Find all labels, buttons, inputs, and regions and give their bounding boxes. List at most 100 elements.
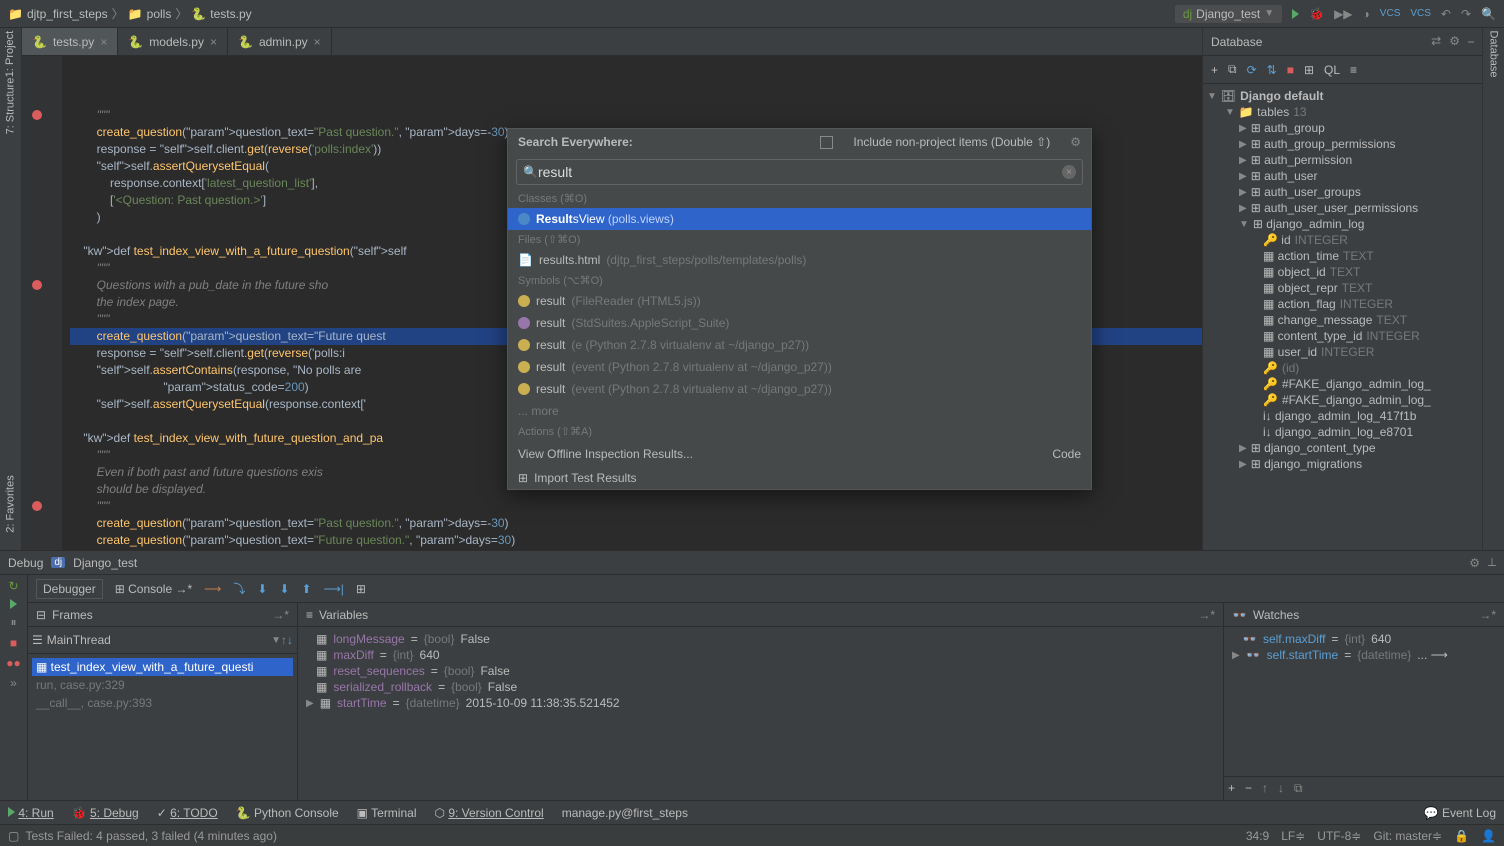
run-config-selector[interactable]: dj Django_test ▼ bbox=[1175, 5, 1282, 23]
line-separator[interactable]: LF≑ bbox=[1281, 829, 1305, 843]
step-over-icon[interactable]: ⤵ bbox=[233, 580, 245, 597]
search-result[interactable]: result (StdSuites.AppleScript_Suite) bbox=[508, 312, 1091, 334]
breakpoint-icon[interactable] bbox=[32, 110, 42, 120]
file-tab[interactable]: 🐍 tests.py × bbox=[22, 28, 118, 55]
search-result[interactable]: result (FileReader (HTML5.js)) bbox=[508, 290, 1091, 312]
frame-item[interactable]: run, case.py:329 bbox=[32, 676, 293, 694]
breadcrumb-item[interactable]: 📁 polls bbox=[128, 7, 172, 21]
debug-icon[interactable]: 🐞 bbox=[1309, 7, 1324, 21]
next-frame-icon[interactable]: ↓ bbox=[287, 633, 293, 647]
gear-icon[interactable]: ⚙ bbox=[1070, 135, 1081, 149]
add-icon[interactable]: + bbox=[1211, 63, 1218, 77]
run-with-coverage-icon[interactable]: ▶▶ bbox=[1334, 7, 1352, 21]
gear-icon[interactable]: ⚙ bbox=[1449, 34, 1460, 49]
hector-icon[interactable]: 👤 bbox=[1481, 829, 1496, 843]
tool-windows-icon[interactable]: ▢ bbox=[8, 829, 19, 843]
console-icon[interactable]: QL bbox=[1324, 63, 1340, 77]
encoding[interactable]: UTF-8≑ bbox=[1317, 829, 1361, 843]
restore-icon[interactable]: →* bbox=[1479, 608, 1496, 622]
search-more[interactable]: ... more bbox=[508, 400, 1091, 422]
show-execution-icon[interactable]: ⟶ bbox=[204, 582, 221, 596]
run-icon[interactable] bbox=[1292, 9, 1299, 19]
search-action[interactable]: View Offline Inspection Results... Code bbox=[508, 441, 1091, 467]
search-result[interactable]: ResultsView (polls.views) bbox=[508, 208, 1091, 230]
pause-icon[interactable]: ⏸ bbox=[10, 615, 16, 630]
resume-icon[interactable] bbox=[10, 599, 17, 609]
rerun-icon[interactable]: ↻ bbox=[8, 579, 18, 593]
stop-icon[interactable]: ■ bbox=[10, 636, 17, 650]
refresh-icon[interactable]: ⟳ bbox=[1247, 63, 1257, 77]
watch-item[interactable]: ▶ 👓 self.startTime = {datetime} ... ⟶ bbox=[1228, 647, 1500, 663]
filter-icon[interactable]: ⇄ bbox=[1431, 34, 1441, 49]
breadcrumb-item[interactable]: 📁 djtp_first_steps bbox=[8, 7, 108, 21]
search-action[interactable]: ⊞ Import Test Results bbox=[508, 467, 1091, 489]
restore-icon[interactable]: →* bbox=[272, 608, 289, 622]
run-toolwindow-tab[interactable]: 4: Run bbox=[8, 806, 54, 820]
vcs-update-icon[interactable]: VCS bbox=[1380, 8, 1401, 19]
debug-toolwindow-tab[interactable]: 🐞 5: Debug bbox=[72, 806, 139, 820]
thread-selector[interactable]: MainThread bbox=[43, 631, 271, 649]
include-nonproject-checkbox[interactable] bbox=[820, 136, 833, 149]
watch-item[interactable]: 👓 self.maxDiff = {int} 640 bbox=[1228, 631, 1500, 647]
manage-py-tab[interactable]: manage.py@first_steps bbox=[562, 806, 688, 820]
todo-toolwindow-tab[interactable]: ✓ 6: TODO bbox=[157, 806, 218, 820]
remove-watch-icon[interactable]: − bbox=[1245, 781, 1252, 796]
gear-icon[interactable]: ⚙ bbox=[1469, 556, 1480, 570]
project-tool-tab[interactable]: 1: Project bbox=[5, 31, 17, 77]
redo-icon[interactable]: ↷ bbox=[1461, 7, 1471, 21]
copy-icon[interactable]: ⧉ bbox=[1294, 781, 1303, 796]
console-tab[interactable]: ⊞ Console →* bbox=[115, 582, 192, 596]
step-out-icon[interactable]: ⬆ bbox=[302, 582, 312, 596]
run-to-cursor-icon[interactable]: ⟶| bbox=[324, 582, 344, 596]
vcs-commit-icon[interactable]: VCS bbox=[1410, 8, 1431, 19]
close-icon[interactable]: × bbox=[100, 35, 107, 49]
table-icon[interactable]: ⊞ bbox=[1304, 63, 1314, 77]
undo-icon[interactable]: ↶ bbox=[1441, 7, 1451, 21]
favorites-tool-tab[interactable]: 2: Favorites bbox=[5, 475, 17, 532]
hide-icon[interactable]: ⟂ bbox=[1488, 555, 1496, 570]
python-console-tab[interactable]: 🐍 Python Console bbox=[236, 806, 339, 820]
variable-item[interactable]: ▦ maxDiff = {int} 640 bbox=[302, 647, 1219, 663]
debugger-tab[interactable]: Debugger bbox=[36, 579, 103, 599]
up-icon[interactable]: ↑ bbox=[1262, 781, 1268, 796]
profile-icon[interactable]: ◑ bbox=[1363, 7, 1370, 21]
hide-icon[interactable]: ⎯ bbox=[1468, 34, 1474, 49]
close-icon[interactable]: × bbox=[314, 35, 321, 49]
evaluate-icon[interactable]: ⊞ bbox=[356, 582, 366, 596]
lock-icon[interactable]: 🔒 bbox=[1454, 829, 1469, 843]
stop-icon[interactable]: ■ bbox=[1287, 63, 1294, 77]
search-result[interactable]: result (event (Python 2.7.8 virtualenv a… bbox=[508, 378, 1091, 400]
version-control-tab[interactable]: ⬡ 9: Version Control bbox=[435, 806, 544, 820]
gutter[interactable] bbox=[22, 56, 62, 550]
search-input[interactable] bbox=[538, 164, 1062, 180]
search-result[interactable]: 📄 results.html (djtp_first_steps/polls/t… bbox=[508, 249, 1091, 271]
more-icon[interactable]: ≡ bbox=[1350, 63, 1357, 77]
variable-item[interactable]: ▶ ▦ startTime = {datetime} 2015-10-09 11… bbox=[302, 695, 1219, 711]
frame-item[interactable]: ▦ test_index_view_with_a_future_questi bbox=[32, 658, 293, 676]
variable-item[interactable]: ▦ longMessage = {bool} False bbox=[302, 631, 1219, 647]
sync-icon[interactable]: ⇅ bbox=[1267, 63, 1277, 77]
clear-icon[interactable]: × bbox=[1062, 165, 1076, 179]
more-icon[interactable]: » bbox=[10, 676, 17, 690]
frame-item[interactable]: __call__, case.py:393 bbox=[32, 694, 293, 712]
search-result[interactable]: result (event (Python 2.7.8 virtualenv a… bbox=[508, 356, 1091, 378]
variable-item[interactable]: ▦ serialized_rollback = {bool} False bbox=[302, 679, 1219, 695]
step-into-icon[interactable]: ⬇ bbox=[257, 582, 267, 596]
breakpoint-icon[interactable] bbox=[32, 501, 42, 511]
step-into-my-icon[interactable]: ⬇ bbox=[279, 582, 289, 596]
down-icon[interactable]: ↓ bbox=[1278, 781, 1284, 796]
duplicate-icon[interactable]: ⧉ bbox=[1228, 62, 1237, 77]
breakpoint-icon[interactable] bbox=[32, 280, 42, 290]
search-result[interactable]: result (e (Python 2.7.8 virtualenv at ~/… bbox=[508, 334, 1091, 356]
search-icon[interactable]: 🔍 bbox=[1481, 7, 1496, 21]
add-watch-icon[interactable]: + bbox=[1228, 781, 1235, 796]
database-tool-tab[interactable]: Database bbox=[1488, 30, 1500, 77]
file-tab[interactable]: 🐍 models.py × bbox=[118, 28, 228, 55]
dropdown-icon[interactable]: ▼ bbox=[271, 635, 281, 646]
event-log-tab[interactable]: 💬 Event Log bbox=[1424, 806, 1496, 820]
git-branch[interactable]: Git: master≑ bbox=[1373, 829, 1442, 843]
terminal-tab[interactable]: ▣ Terminal bbox=[357, 806, 417, 820]
variable-item[interactable]: ▦ reset_sequences = {bool} False bbox=[302, 663, 1219, 679]
breadcrumb-item[interactable]: 🐍 tests.py bbox=[191, 7, 251, 21]
view-breakpoints-icon[interactable]: ●● bbox=[6, 656, 21, 670]
